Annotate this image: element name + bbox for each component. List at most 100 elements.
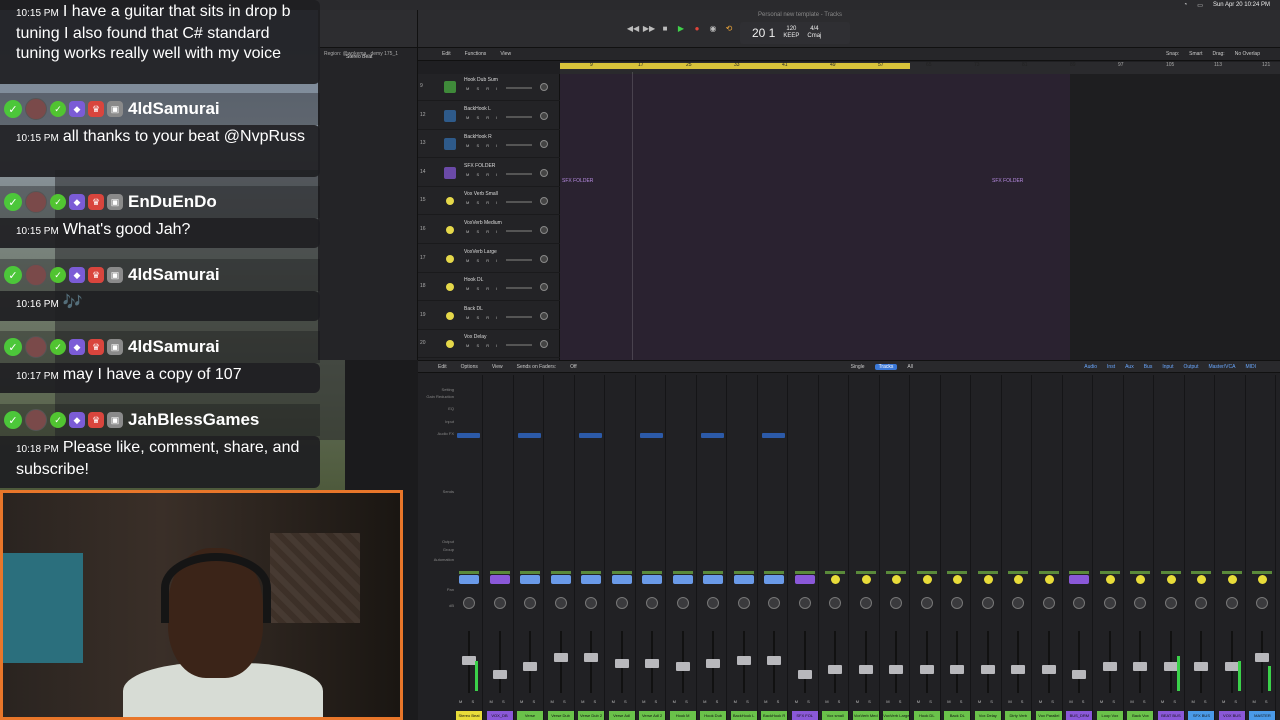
track-header[interactable]: 17 VoxVerb Large M S R I xyxy=(418,246,560,273)
automation-mode-button[interactable] xyxy=(1252,571,1273,574)
track-volume-slider[interactable] xyxy=(506,201,532,204)
volume-fader-handle[interactable] xyxy=(1072,670,1087,680)
mixer-filter-button[interactable]: Input xyxy=(1162,364,1173,370)
track-mute-solo-buttons[interactable]: M S R I xyxy=(466,258,500,263)
mute-solo-buttons[interactable]: M S xyxy=(734,699,753,704)
mute-solo-buttons[interactable]: M S xyxy=(886,699,905,704)
track-name[interactable]: Hook Dub Sum xyxy=(464,77,498,83)
channel-strip-name[interactable]: Loop Vox xyxy=(1096,711,1123,720)
automation-mode-button[interactable] xyxy=(733,571,754,574)
mixer-edit-menu[interactable]: Edit xyxy=(438,364,447,370)
mute-solo-buttons[interactable]: M S xyxy=(673,699,692,704)
audio-fx-slot[interactable] xyxy=(640,433,664,438)
track-header[interactable]: 13 BackHook R M S R I xyxy=(418,131,560,159)
volume-fader-handle[interactable] xyxy=(797,670,812,680)
automation-mode-button[interactable] xyxy=(581,571,602,574)
automation-mode-button[interactable] xyxy=(1069,571,1090,574)
volume-fader-handle[interactable] xyxy=(553,653,568,663)
volume-fader-handle[interactable] xyxy=(1133,661,1148,671)
track-pan-knob[interactable] xyxy=(540,226,548,234)
channel-strip-name[interactable]: Vox Parallel xyxy=(1035,711,1062,720)
track-name[interactable]: Vox Verb Small xyxy=(464,191,498,197)
track-volume-slider[interactable] xyxy=(506,144,532,147)
automation-mode-button[interactable] xyxy=(489,571,510,574)
track-name[interactable]: BackHook L xyxy=(464,106,491,112)
channel-strip-name[interactable]: BUS_DRM xyxy=(1066,711,1093,720)
volume-fader-handle[interactable] xyxy=(828,664,843,674)
channel-strip-name[interactable]: Vox Delay xyxy=(974,711,1001,720)
mute-solo-buttons[interactable]: M S xyxy=(581,699,600,704)
track-volume-slider[interactable] xyxy=(506,87,532,89)
pan-knob[interactable] xyxy=(1134,597,1147,609)
audio-fx-slot[interactable] xyxy=(762,433,786,438)
mute-solo-buttons[interactable]: M S xyxy=(459,699,478,704)
mixer-tracks-button[interactable]: Tracks xyxy=(874,363,898,370)
automation-mode-button[interactable] xyxy=(550,571,571,574)
mute-solo-buttons[interactable]: M S xyxy=(1252,699,1271,704)
mute-solo-buttons[interactable]: M S xyxy=(1100,699,1119,704)
mute-solo-buttons[interactable]: M S xyxy=(978,699,997,704)
automation-mode-button[interactable] xyxy=(947,571,968,574)
snap-select[interactable]: Smart xyxy=(1189,51,1202,57)
pan-knob[interactable] xyxy=(890,597,903,609)
mixer-filter-button[interactable]: Aux xyxy=(1125,364,1134,370)
record-icon[interactable]: ● xyxy=(692,24,702,34)
channel-strip-name[interactable]: SFX BUS xyxy=(1188,711,1215,720)
pan-knob[interactable] xyxy=(585,597,598,609)
volume-fader-handle[interactable] xyxy=(523,661,538,671)
pan-knob[interactable] xyxy=(1195,597,1208,609)
pan-knob[interactable] xyxy=(707,597,720,609)
volume-fader-handle[interactable] xyxy=(736,656,751,666)
track-pan-knob[interactable] xyxy=(540,340,548,349)
track-mute-solo-buttons[interactable]: M S R I xyxy=(466,86,500,91)
automation-mode-button[interactable] xyxy=(886,571,907,574)
volume-fader-handle[interactable] xyxy=(858,664,873,674)
pan-knob[interactable] xyxy=(768,597,781,609)
volume-fader-handle[interactable] xyxy=(645,659,660,668)
automation-mode-button[interactable] xyxy=(764,571,785,574)
pan-knob[interactable] xyxy=(493,597,506,609)
track-mute-solo-buttons[interactable]: M S R I xyxy=(466,172,500,177)
track-volume-slider[interactable] xyxy=(506,172,532,175)
channel-strip-name[interactable]: Verse Dub 2 xyxy=(578,711,605,720)
automation-mode-button[interactable] xyxy=(1160,571,1181,574)
track-name[interactable]: SFX FOLDER xyxy=(464,163,495,169)
mute-solo-buttons[interactable]: M S xyxy=(917,699,936,704)
mixer-single-button[interactable]: Single xyxy=(851,364,865,370)
channel-strip-name[interactable]: VOX_DB xyxy=(486,711,513,720)
track-header[interactable]: 18 Hook DL M S R I xyxy=(418,274,560,302)
channel-strip-name[interactable]: Verse Adl xyxy=(608,711,635,720)
track-name[interactable]: Hook DL xyxy=(464,277,483,283)
track-pan-knob[interactable] xyxy=(540,111,548,120)
automation-mode-button[interactable] xyxy=(1221,571,1242,574)
pan-knob[interactable] xyxy=(524,597,537,609)
track-header[interactable]: 20 Vox Delay M S R I xyxy=(418,331,560,359)
channel-strip-name[interactable]: Dirty Verb xyxy=(1005,711,1032,720)
mixer-filter-button[interactable]: Master/VCA xyxy=(1208,364,1235,370)
lcd-display[interactable]: 20 1 120 KEEP 4/4 Cmaj xyxy=(740,22,850,44)
track-name[interactable]: Vox Delay xyxy=(464,334,487,340)
forward-icon[interactable]: ▶▶ xyxy=(643,24,655,34)
channel-strip-name[interactable]: Back Vox xyxy=(1127,711,1154,720)
mixer-all-button[interactable]: All xyxy=(907,364,913,370)
volume-fader-handle[interactable] xyxy=(584,653,599,663)
mute-solo-buttons[interactable]: M S xyxy=(856,699,875,704)
avatar[interactable] xyxy=(25,191,47,213)
channel-strip-name[interactable]: BackHook L xyxy=(730,711,757,720)
channel-strip-name[interactable]: BEAT BUS xyxy=(1157,711,1184,720)
audio-fx-slot[interactable] xyxy=(701,433,725,438)
pan-knob[interactable] xyxy=(1042,597,1055,609)
channel-strip-name[interactable]: VoxVerb Med xyxy=(852,711,879,720)
volume-fader-handle[interactable] xyxy=(1011,664,1026,674)
arrange-functions-menu[interactable]: Functions xyxy=(465,51,487,57)
automation-mode-button[interactable] xyxy=(916,571,937,574)
track-volume-slider[interactable] xyxy=(506,315,532,318)
folder-region-label[interactable]: SFX FOLDER xyxy=(562,178,593,184)
avatar[interactable] xyxy=(25,98,47,120)
volume-fader-handle[interactable] xyxy=(492,670,507,680)
mute-solo-buttons[interactable]: M S xyxy=(642,699,661,704)
mute-solo-buttons[interactable]: M S xyxy=(490,699,509,704)
track-name[interactable]: VoxVerb Large xyxy=(464,249,497,255)
audio-fx-slot[interactable] xyxy=(518,433,542,438)
channel-strip-name[interactable]: BackHook R xyxy=(761,711,788,720)
